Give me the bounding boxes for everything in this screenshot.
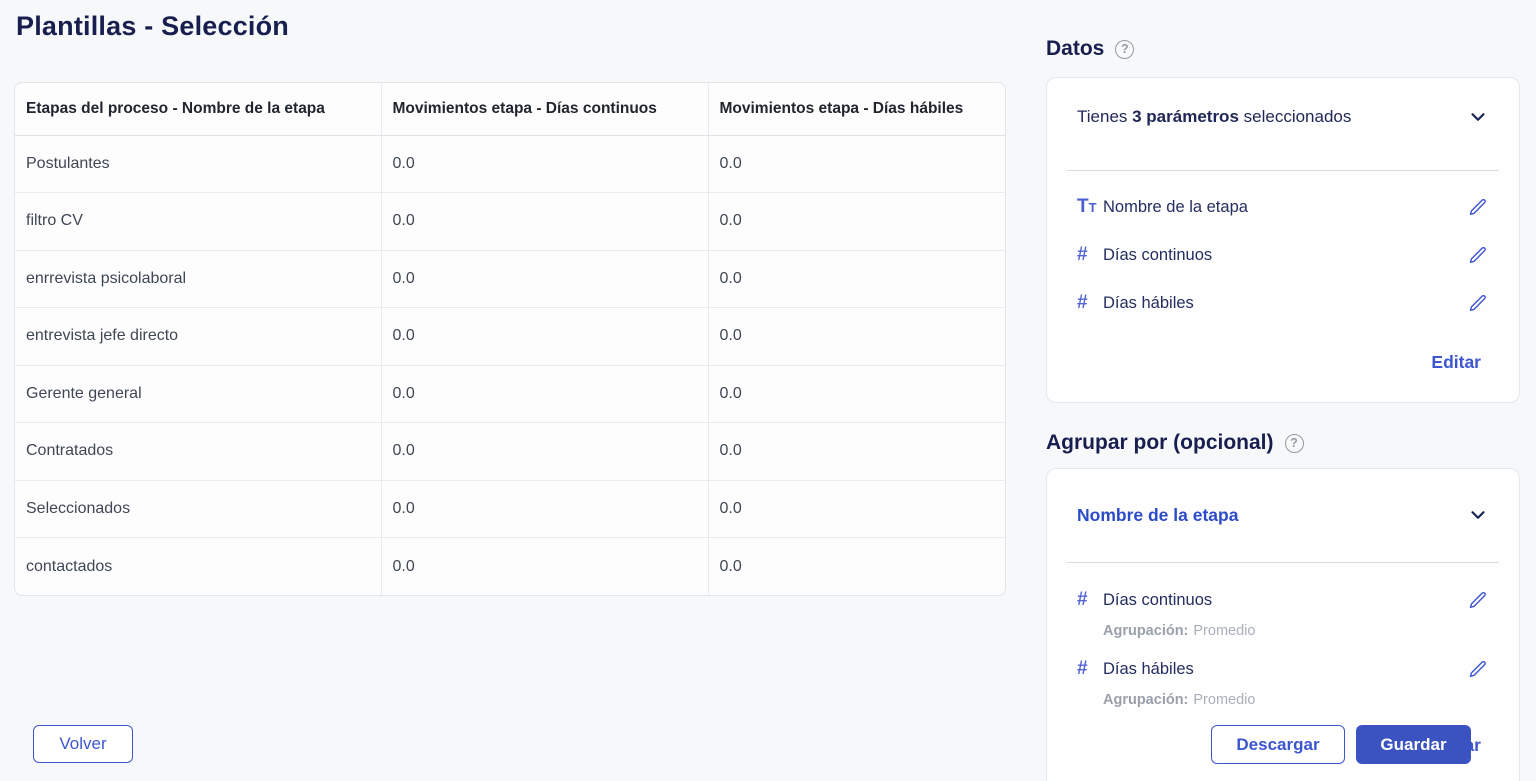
cell-dias-habiles: 0.0 xyxy=(708,135,1006,193)
page-title: Plantillas - Selección xyxy=(16,11,289,42)
cell-dias-continuos: 0.0 xyxy=(381,480,708,538)
group-by-dropdown[interactable]: Nombre de la etapa xyxy=(1077,500,1489,530)
cell-dias-continuos: 0.0 xyxy=(381,538,708,596)
cell-dias-habiles: 0.0 xyxy=(708,365,1006,423)
cell-dias-habiles: 0.0 xyxy=(708,423,1006,481)
hash-icon: # xyxy=(1077,589,1103,611)
datos-editar-row: Editar xyxy=(1077,352,1489,376)
table-row: enrrevista psicolaboral 0.0 0.0 xyxy=(15,250,1006,308)
parameters-summary-text: Tienes 3 parámetros seleccionados xyxy=(1077,107,1351,127)
table-row: Postulantes 0.0 0.0 xyxy=(15,135,1006,193)
agrupacion-label: Agrupación: xyxy=(1103,623,1188,639)
parameter-label: Nombre de la etapa xyxy=(1103,198,1467,217)
datos-section-heading: Datos ? xyxy=(1046,37,1134,61)
guardar-button[interactable]: Guardar xyxy=(1356,725,1471,764)
stages-table-card: Etapas del proceso - Nombre de la etapa … xyxy=(14,82,1006,596)
cell-dias-habiles: 0.0 xyxy=(708,250,1006,308)
edit-pencil-icon[interactable] xyxy=(1467,589,1489,611)
agrupar-section-heading: Agrupar por (opcional) ? xyxy=(1046,431,1304,455)
parameter-row-nombre-etapa: TT Nombre de la etapa xyxy=(1077,192,1489,222)
agrupacion-value: Promedio xyxy=(1193,623,1255,639)
agrupar-heading-label: Agrupar por (opcional) xyxy=(1046,431,1274,455)
hash-icon: # xyxy=(1077,292,1103,314)
agrupacion-value: Promedio xyxy=(1193,692,1255,708)
table-row: filtro CV 0.0 0.0 xyxy=(15,193,1006,251)
agrupacion-info: Agrupación: Promedio xyxy=(1077,690,1489,710)
cell-etapa: contactados xyxy=(15,538,381,596)
cell-dias-habiles: 0.0 xyxy=(708,193,1006,251)
editar-link[interactable]: Editar xyxy=(1431,352,1481,372)
cell-etapa: Contratados xyxy=(15,423,381,481)
edit-pencil-icon[interactable] xyxy=(1467,244,1489,266)
actions-bar: Descargar Guardar xyxy=(1211,725,1471,764)
column-header-etapa: Etapas del proceso - Nombre de la etapa xyxy=(15,83,381,135)
hash-icon: # xyxy=(1077,658,1103,680)
cell-dias-continuos: 0.0 xyxy=(381,250,708,308)
table-row: entrevista jefe directo 0.0 0.0 xyxy=(15,308,1006,366)
parameters-summary-dropdown[interactable]: Tienes 3 parámetros seleccionados xyxy=(1077,105,1489,129)
plantillas-seleccion-page: Plantillas - Selección Etapas del proces… xyxy=(0,0,1536,781)
parameter-row-dias-habiles: # Días hábiles xyxy=(1077,288,1489,318)
agrupacion-label: Agrupación: xyxy=(1103,692,1188,708)
help-icon[interactable]: ? xyxy=(1115,40,1134,59)
cell-etapa: Gerente general xyxy=(15,365,381,423)
table-row: Seleccionados 0.0 0.0 xyxy=(15,480,1006,538)
edit-pencil-icon[interactable] xyxy=(1467,658,1489,680)
table-header-row: Etapas del proceso - Nombre de la etapa … xyxy=(15,83,1006,135)
cell-dias-continuos: 0.0 xyxy=(381,308,708,366)
help-icon[interactable]: ? xyxy=(1285,434,1304,453)
chevron-down-icon[interactable] xyxy=(1467,106,1489,128)
descargar-button[interactable]: Descargar xyxy=(1211,725,1345,764)
cell-dias-habiles: 0.0 xyxy=(708,480,1006,538)
edit-pencil-icon[interactable] xyxy=(1467,292,1489,314)
cell-etapa: Seleccionados xyxy=(15,480,381,538)
text-type-icon: TT xyxy=(1077,196,1103,218)
table-row: Contratados 0.0 0.0 xyxy=(15,423,1006,481)
agrupacion-info: Agrupación: Promedio xyxy=(1077,621,1489,641)
edit-pencil-icon[interactable] xyxy=(1467,196,1489,218)
volver-button[interactable]: Volver xyxy=(33,725,133,763)
divider xyxy=(1067,170,1499,171)
cell-dias-continuos: 0.0 xyxy=(381,365,708,423)
cell-dias-habiles: 0.0 xyxy=(708,538,1006,596)
table-row: Gerente general 0.0 0.0 xyxy=(15,365,1006,423)
column-header-dias-continuos: Movimientos etapa - Días continuos xyxy=(381,83,708,135)
group-parameter-row-dias-continuos: # Días continuos xyxy=(1077,585,1489,615)
column-header-dias-habiles: Movimientos etapa - Días hábiles xyxy=(708,83,1006,135)
datos-heading-label: Datos xyxy=(1046,37,1104,61)
table-row: contactados 0.0 0.0 xyxy=(15,538,1006,596)
cell-etapa: Postulantes xyxy=(15,135,381,193)
chevron-down-icon[interactable] xyxy=(1467,504,1489,526)
hash-icon: # xyxy=(1077,244,1103,266)
stages-table: Etapas del proceso - Nombre de la etapa … xyxy=(15,83,1006,595)
parameter-label: Días hábiles xyxy=(1103,294,1467,313)
cell-dias-continuos: 0.0 xyxy=(381,193,708,251)
cell-dias-continuos: 0.0 xyxy=(381,135,708,193)
cell-etapa: enrrevista psicolaboral xyxy=(15,250,381,308)
datos-card: Tienes 3 parámetros seleccionados TT Nom… xyxy=(1046,77,1520,403)
group-parameter-row-dias-habiles: # Días hábiles xyxy=(1077,654,1489,684)
cell-dias-habiles: 0.0 xyxy=(708,308,1006,366)
parameter-row-dias-continuos: # Días continuos xyxy=(1077,240,1489,270)
cell-etapa: entrevista jefe directo xyxy=(15,308,381,366)
divider xyxy=(1067,562,1499,563)
cell-etapa: filtro CV xyxy=(15,193,381,251)
parameter-label: Días hábiles xyxy=(1103,660,1467,679)
parameter-label: Días continuos xyxy=(1103,591,1467,610)
group-by-selected-value: Nombre de la etapa xyxy=(1077,505,1238,526)
parameter-label: Días continuos xyxy=(1103,246,1467,265)
cell-dias-continuos: 0.0 xyxy=(381,423,708,481)
